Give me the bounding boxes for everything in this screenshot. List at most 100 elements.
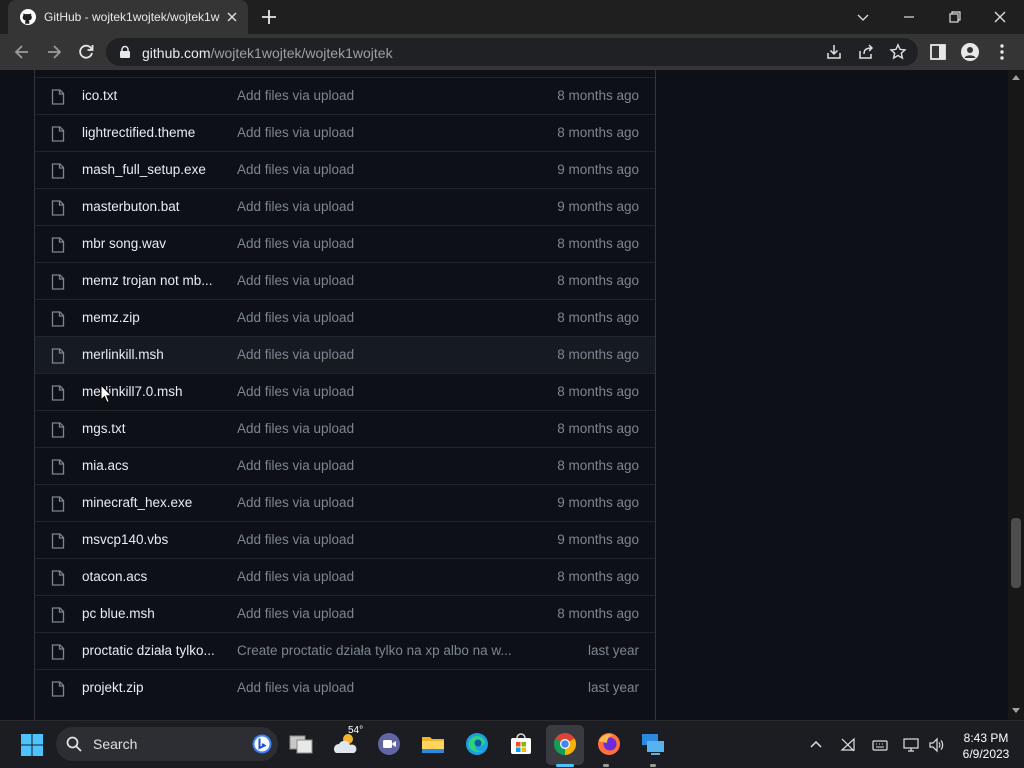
file-name-link[interactable]: mgs.txt bbox=[82, 421, 222, 436]
file-name-link[interactable]: msvcp140.vbs bbox=[82, 532, 222, 547]
scroll-down-icon[interactable] bbox=[1012, 706, 1020, 714]
keyboard-icon[interactable] bbox=[872, 737, 888, 753]
file-name-link[interactable]: ico.txt bbox=[82, 88, 222, 103]
table-row[interactable]: mgs.txt Add files via upload 8 months ago bbox=[35, 410, 655, 447]
close-window-icon[interactable] bbox=[988, 5, 1012, 29]
clock-date: 6/9/2023 bbox=[962, 747, 1010, 761]
file-icon bbox=[51, 496, 65, 512]
commit-message-link[interactable]: Add files via upload bbox=[237, 199, 527, 214]
file-name-link[interactable]: memz trojan not mb... bbox=[82, 273, 222, 288]
commit-message-link[interactable]: Create proctatic działa tylko na xp albo… bbox=[237, 643, 527, 658]
mouse-cursor-icon bbox=[100, 384, 113, 404]
side-panel-icon[interactable] bbox=[928, 42, 948, 62]
forward-icon[interactable] bbox=[44, 42, 64, 62]
share-icon[interactable] bbox=[857, 43, 875, 61]
search-icon bbox=[66, 736, 82, 752]
table-row[interactable]: otacon.acs Add files via upload 8 months a… bbox=[35, 558, 655, 595]
table-row[interactable]: merlinkill.msh Add files via upload 8 mont… bbox=[35, 336, 655, 373]
table-row[interactable]: mbr song.wav Add files via upload 8 months… bbox=[35, 225, 655, 262]
commit-message-link[interactable]: Add files via upload bbox=[237, 236, 527, 251]
file-name-link[interactable]: mbr song.wav bbox=[82, 236, 222, 251]
edge-icon[interactable] bbox=[464, 731, 490, 757]
more-icon[interactable] bbox=[992, 42, 1012, 62]
display-icon[interactable] bbox=[903, 737, 919, 753]
plus-icon[interactable] bbox=[260, 8, 278, 26]
table-row[interactable]: proctatic działa tylko... Create proctati… bbox=[35, 632, 655, 669]
file-name-link[interactable]: pc blue.msh bbox=[82, 606, 222, 621]
firefox-icon[interactable] bbox=[596, 731, 622, 757]
commit-message-link[interactable]: Add files via upload bbox=[237, 495, 527, 510]
commit-message-link[interactable]: Add files via upload bbox=[237, 273, 527, 288]
commit-message-link[interactable]: Add files via upload bbox=[237, 88, 527, 103]
volume-icon[interactable] bbox=[928, 737, 944, 753]
reload-icon[interactable] bbox=[76, 42, 96, 62]
open-app-indicator bbox=[650, 764, 656, 767]
back-icon[interactable] bbox=[12, 42, 32, 62]
install-icon[interactable] bbox=[825, 43, 843, 61]
commit-message-link[interactable]: Add files via upload bbox=[237, 347, 527, 362]
table-row[interactable]: msvcp140.vbs Add files via upload 9 months… bbox=[35, 521, 655, 558]
commit-message-link[interactable]: Add files via upload bbox=[237, 569, 527, 584]
table-row[interactable]: projekt.zip Add files via upload last year bbox=[35, 669, 655, 706]
taskbar-search[interactable]: Search bbox=[56, 727, 278, 761]
commit-age: 8 months ago bbox=[557, 273, 639, 288]
chevron-down-icon[interactable] bbox=[851, 5, 875, 29]
file-name-link[interactable]: lightrectified.theme bbox=[82, 125, 222, 140]
commit-age: 9 months ago bbox=[557, 199, 639, 214]
commit-message-link[interactable]: Add files via upload bbox=[237, 125, 527, 140]
system-clock[interactable]: 8:43 PM 6/9/2023 bbox=[950, 730, 1022, 762]
file-name-link[interactable]: projekt.zip bbox=[82, 680, 222, 695]
scroll-up-icon[interactable] bbox=[1012, 74, 1020, 82]
chrome-icon[interactable] bbox=[552, 731, 578, 757]
teams-icon[interactable] bbox=[376, 731, 402, 757]
file-name-link[interactable]: merlinkill.msh bbox=[82, 347, 222, 362]
commit-message-link[interactable]: Add files via upload bbox=[237, 421, 527, 436]
file-name-link[interactable]: masterbuton.bat bbox=[82, 199, 222, 214]
star-icon[interactable] bbox=[889, 43, 907, 61]
commit-message-link[interactable]: Add files via upload bbox=[237, 680, 527, 695]
commit-message-link[interactable]: Add files via upload bbox=[237, 458, 527, 473]
table-row[interactable]: lightrectified.theme Add files via upload… bbox=[35, 114, 655, 151]
file-name-link[interactable]: minecraft_hex.exe bbox=[82, 495, 222, 510]
tray-chevron-icon[interactable] bbox=[808, 737, 824, 753]
commit-message-link[interactable]: Add files via upload bbox=[237, 384, 527, 399]
file-name-link[interactable]: mash_full_setup.exe bbox=[82, 162, 222, 177]
table-row[interactable]: ico.txt Add files via upload 8 months ago bbox=[35, 77, 655, 114]
minimize-icon[interactable] bbox=[897, 5, 921, 29]
close-icon[interactable] bbox=[224, 9, 240, 25]
file-name-link[interactable]: proctatic działa tylko... bbox=[82, 643, 222, 658]
table-row[interactable]: hoss.acsAdd files via upload8 months ago bbox=[35, 70, 655, 77]
address-bar[interactable]: github.com/wojtek1wojtek/wojtek1wojtek bbox=[106, 38, 918, 66]
table-row[interactable]: memz trojan not mb... Add files via uploa… bbox=[35, 262, 655, 299]
commit-message-link[interactable]: Add files via upload bbox=[237, 606, 527, 621]
file-name-link[interactable]: mia.acs bbox=[82, 458, 222, 473]
browser-tab[interactable]: GitHub - wojtek1wojtek/wojtek1wojtek bbox=[8, 0, 248, 34]
table-row[interactable]: minecraft_hex.exe Add files via upload 9 m… bbox=[35, 484, 655, 521]
table-row[interactable]: mia.acs Add files via upload 8 months ago bbox=[35, 447, 655, 484]
commit-message-link[interactable]: Add files via upload bbox=[237, 162, 527, 177]
file-explorer-icon[interactable] bbox=[420, 731, 446, 757]
windows-start-icon[interactable] bbox=[20, 733, 44, 757]
file-name-link[interactable]: memz.zip bbox=[82, 310, 222, 325]
file-icon bbox=[51, 570, 65, 586]
store-icon[interactable] bbox=[508, 731, 534, 757]
table-row[interactable]: merlinkill7.0.msh Add files via upload 8 m… bbox=[35, 373, 655, 410]
table-row[interactable]: mash_full_setup.exe Add files via upload 9… bbox=[35, 151, 655, 188]
file-icon bbox=[51, 459, 65, 475]
commit-message-link[interactable]: Add files via upload bbox=[237, 532, 527, 547]
restore-icon[interactable] bbox=[943, 5, 967, 29]
file-name-link[interactable]: otacon.acs bbox=[82, 569, 222, 584]
file-icon bbox=[51, 311, 65, 327]
table-row[interactable]: pc blue.msh Add files via upload 8 months … bbox=[35, 595, 655, 632]
lock-icon[interactable] bbox=[118, 45, 132, 59]
network-off-icon[interactable] bbox=[840, 737, 856, 753]
task-view-icon[interactable] bbox=[288, 731, 314, 757]
scrollbar-thumb[interactable] bbox=[1011, 518, 1021, 588]
page-scrollbar[interactable] bbox=[1008, 70, 1024, 720]
profile-icon[interactable] bbox=[960, 42, 980, 62]
bing-icon[interactable] bbox=[252, 734, 272, 754]
remote-desktop-icon[interactable] bbox=[640, 731, 666, 757]
table-row[interactable]: memz.zip Add files via upload 8 months ago bbox=[35, 299, 655, 336]
commit-message-link[interactable]: Add files via upload bbox=[237, 310, 527, 325]
table-row[interactable]: masterbuton.bat Add files via upload 9 mon… bbox=[35, 188, 655, 225]
